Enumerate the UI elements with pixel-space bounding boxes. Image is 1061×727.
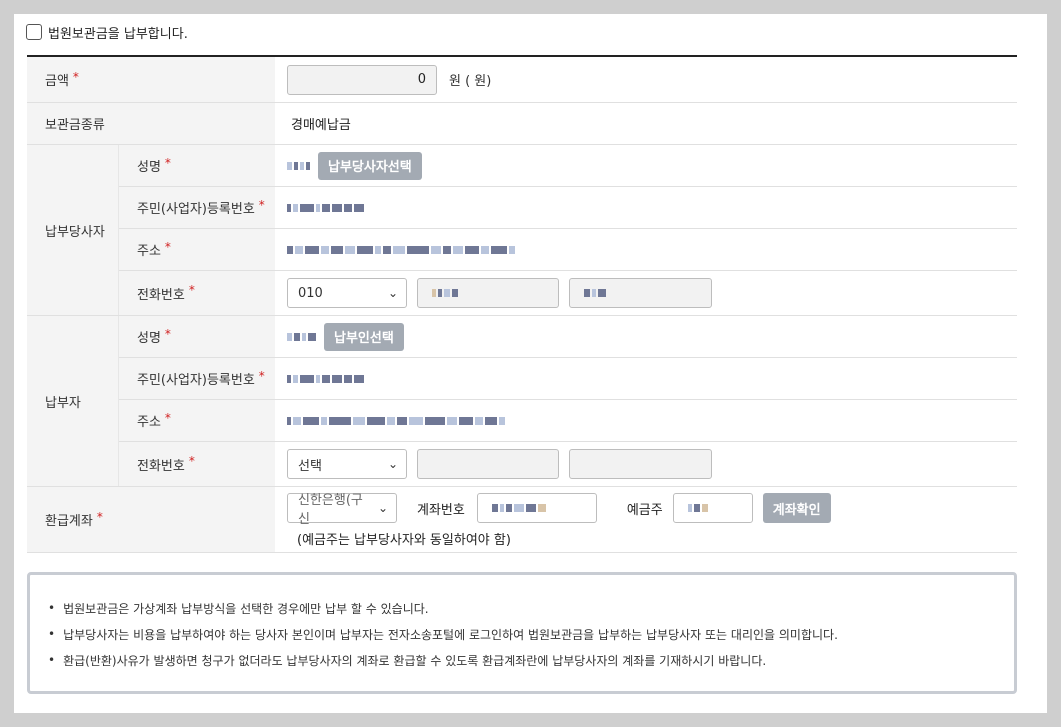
deposit-type-value: 경매예납금 (291, 118, 351, 133)
payer-party-phone-value: 010 ⌄ (275, 271, 1017, 315)
payer-party-group: 납부당사자 성명 * 납부당사자선택 주민(사업자)등록번호 * 주소 * 전화… (27, 145, 1017, 316)
payer-phone-last-input[interactable] (569, 449, 712, 479)
required-mark: * (72, 69, 79, 84)
payer-party-phone-label: 전화번호 * (119, 271, 275, 315)
payer-party-id-label: 주민(사업자)등록번호 * (119, 187, 275, 228)
payer-phone-prefix-select[interactable]: 선택 ⌄ (287, 449, 407, 479)
payer-phone-value: 선택 ⌄ (275, 442, 1017, 486)
payer-id-row: 주민(사업자)등록번호 * (119, 358, 1017, 400)
payer-name-label: 성명 * (119, 316, 275, 357)
masked-id (287, 203, 364, 212)
payer-name-value: 납부인선택 (275, 316, 1017, 357)
payer-label: 납부자 (27, 316, 119, 486)
payer-party-name-label: 성명 * (119, 145, 275, 186)
agree-row[interactable]: 법원보관금을 납부합니다. (26, 22, 188, 42)
payer-party-phone-row: 전화번호 * 010 ⌄ (119, 271, 1017, 315)
payer-party-id-row: 주민(사업자)등록번호 * (119, 187, 1017, 229)
agree-label: 법원보관금을 납부합니다. (48, 26, 188, 42)
payer-party-select-button[interactable]: 납부당사자선택 (318, 151, 422, 180)
payer-name-row: 성명 * 납부인선택 (119, 316, 1017, 358)
payer-select-button[interactable]: 납부인선택 (324, 322, 404, 351)
deposit-type-label: 보관금종류 (27, 103, 275, 144)
masked-name (287, 332, 316, 341)
bullet-icon: • (48, 627, 56, 641)
amount-label: 금액 * (27, 57, 275, 102)
payer-party-label: 납부당사자 (27, 145, 119, 315)
deposit-type-row: 보관금종류 경매예납금 (27, 103, 1017, 145)
payer-id-value (275, 358, 1017, 399)
deposit-panel: 법원보관금을 납부합니다. 금액 * 0 원 ( 원) 보관금종류 경매예납금 납… (14, 14, 1047, 713)
payer-address-label: 주소 * (119, 400, 275, 441)
notice-item: • 환급(반환)사유가 발생하면 청구가 없더라도 납부당사자의 계좌로 환급할 … (48, 653, 767, 668)
payer-party-address-value (275, 229, 1017, 270)
account-number-label: 계좌번호 (417, 502, 465, 518)
agree-checkbox[interactable] (26, 24, 42, 40)
amount-input[interactable]: 0 (287, 64, 437, 95)
chevron-down-icon: ⌄ (387, 457, 398, 471)
account-holder-label: 예금주 (626, 502, 663, 518)
bank-select[interactable]: 신한은행(구 신 ⌄ (287, 493, 397, 527)
payer-phone-label: 전화번호 * (119, 442, 275, 486)
account-check-button[interactable]: 계좌확인 (762, 493, 831, 523)
amount-unit: 원 ( 원) (449, 74, 492, 89)
refund-note: (예금주는 납부당사자와 동일하여야 함) (297, 533, 511, 548)
masked-address (287, 245, 515, 254)
bullet-icon: • (48, 653, 56, 667)
payer-phone-middle-input[interactable] (417, 449, 559, 479)
payer-phone-row: 전화번호 * 선택 ⌄ (119, 442, 1017, 486)
amount-value: 0 원 ( 원) (275, 57, 1017, 102)
payer-group: 납부자 성명 * 납부인선택 주민(사업자)등록번호 * 주소 * 전화번호 *… (27, 316, 1017, 487)
notice-box: • 법원보관금은 가상계좌 납부방식을 선택한 경우에만 납부 할 수 있습니다.… (27, 572, 1017, 694)
amount-row: 금액 * 0 원 ( 원) (27, 57, 1017, 103)
notice-item: • 납부당사자는 비용을 납부하여야 하는 당사자 본인이며 납부자는 전자소송포… (48, 627, 838, 642)
notice-item: • 법원보관금은 가상계좌 납부방식을 선택한 경우에만 납부 할 수 있습니다. (48, 601, 429, 616)
payer-party-phone-middle-input[interactable] (417, 278, 559, 308)
masked-name (287, 161, 310, 170)
payer-party-address-row: 주소 * (119, 229, 1017, 271)
payer-address-value (275, 400, 1017, 441)
payer-party-name-value: 납부당사자선택 (275, 145, 1017, 186)
deposit-form: 금액 * 0 원 ( 원) 보관금종류 경매예납금 납부당사자 성명 * 납부당사자… (27, 55, 1017, 553)
refund-value: 신한은행(구 신 ⌄ 계좌번호 예금주 계좌확인 (예금주는 납부당사자와 동일… (275, 487, 1017, 552)
bullet-icon: • (48, 601, 56, 615)
refund-label: 환급계좌 * (27, 487, 275, 552)
chevron-down-icon: ⌄ (387, 286, 398, 300)
account-number-input[interactable] (476, 493, 597, 523)
account-holder-input[interactable] (672, 493, 753, 523)
payer-party-id-value (275, 187, 1017, 228)
chevron-down-icon: ⌄ (377, 501, 388, 515)
payer-party-name-row: 성명 * 납부당사자선택 (119, 145, 1017, 187)
payer-party-phone-prefix-select[interactable]: 010 ⌄ (287, 278, 407, 308)
masked-address (287, 416, 505, 425)
payer-party-phone-last-input[interactable] (569, 278, 712, 308)
payer-party-address-label: 주소 * (119, 229, 275, 270)
masked-id (287, 374, 364, 383)
refund-row: 환급계좌 * 신한은행(구 신 ⌄ 계좌번호 예금주 계좌확인 (예금주는 납부… (27, 487, 1017, 553)
payer-id-label: 주민(사업자)등록번호 * (119, 358, 275, 399)
payer-address-row: 주소 * (119, 400, 1017, 442)
